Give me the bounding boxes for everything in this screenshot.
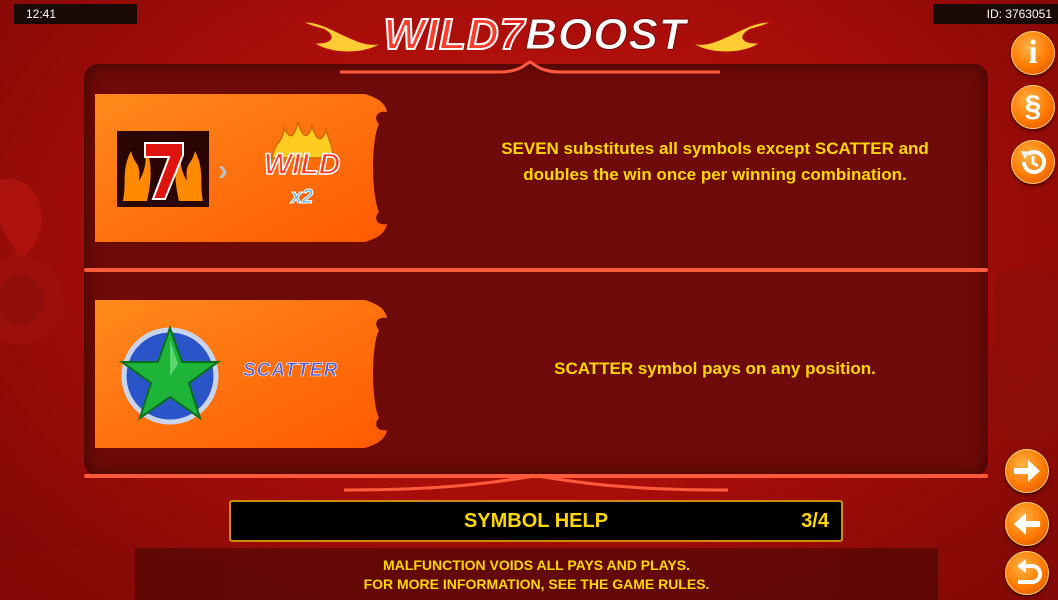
notice-line-2: FOR MORE INFORMATION, SEE THE GAME RULES…	[363, 576, 710, 592]
notice-line-1: MALFUNCTION VOIDS ALL PAYS AND PLAYS.	[383, 557, 690, 573]
wild-multiplier: x2	[290, 186, 314, 209]
star-icon	[118, 324, 222, 425]
wild-badge: WILD x2	[242, 118, 362, 218]
help-title-bar: SYMBOL HELP 3/4	[229, 500, 843, 542]
arrow-right-icon	[1014, 460, 1040, 482]
wild-badge-label: WILD	[263, 147, 341, 182]
scatter-symbol	[114, 320, 226, 430]
scatter-badge-label: SCATTER	[243, 360, 339, 382]
logo-text: WILD7BOOST	[380, 9, 690, 60]
flame-right-icon	[689, 20, 775, 54]
logo-word-wild: WILD	[382, 9, 500, 60]
panel-top-ornament	[340, 60, 720, 74]
seven-symbol	[117, 131, 209, 207]
info-button[interactable]: i	[1011, 31, 1055, 75]
flame-left-icon	[299, 20, 385, 54]
game-logo: WILD7BOOST	[298, 2, 776, 64]
history-button[interactable]	[1011, 140, 1055, 184]
arrow-left-icon	[1014, 513, 1040, 535]
return-to-game-button[interactable]	[1005, 551, 1049, 595]
logo-seven: 7	[499, 9, 526, 60]
transform-arrow-icon: ›	[218, 154, 228, 187]
history-icon	[1021, 150, 1046, 174]
next-page-button[interactable]	[1005, 449, 1049, 493]
help-title: SYMBOL HELP	[463, 510, 609, 532]
scatter-description: SCATTER symbol pays on any position.	[554, 359, 876, 378]
panel-bottom-ornament	[84, 474, 988, 492]
previous-page-button[interactable]	[1005, 502, 1049, 546]
info-icon: i	[1028, 34, 1038, 71]
paragraph-icon: §	[1024, 90, 1042, 123]
logo-word-boost: BOOST	[525, 10, 687, 60]
paytable-button[interactable]: §	[1011, 85, 1055, 129]
clock: 12:41	[14, 4, 137, 24]
return-icon	[1017, 559, 1042, 584]
malfunction-notice: MALFUNCTION VOIDS ALL PAYS AND PLAYS. FO…	[135, 548, 938, 600]
seven-icon	[123, 142, 203, 201]
help-page-indicator: 3/4	[801, 510, 829, 532]
game-id: ID: 3763051	[933, 4, 1058, 24]
row-divider	[84, 268, 988, 272]
seven-description: SEVEN substitutes all symbols except SCA…	[501, 139, 929, 184]
